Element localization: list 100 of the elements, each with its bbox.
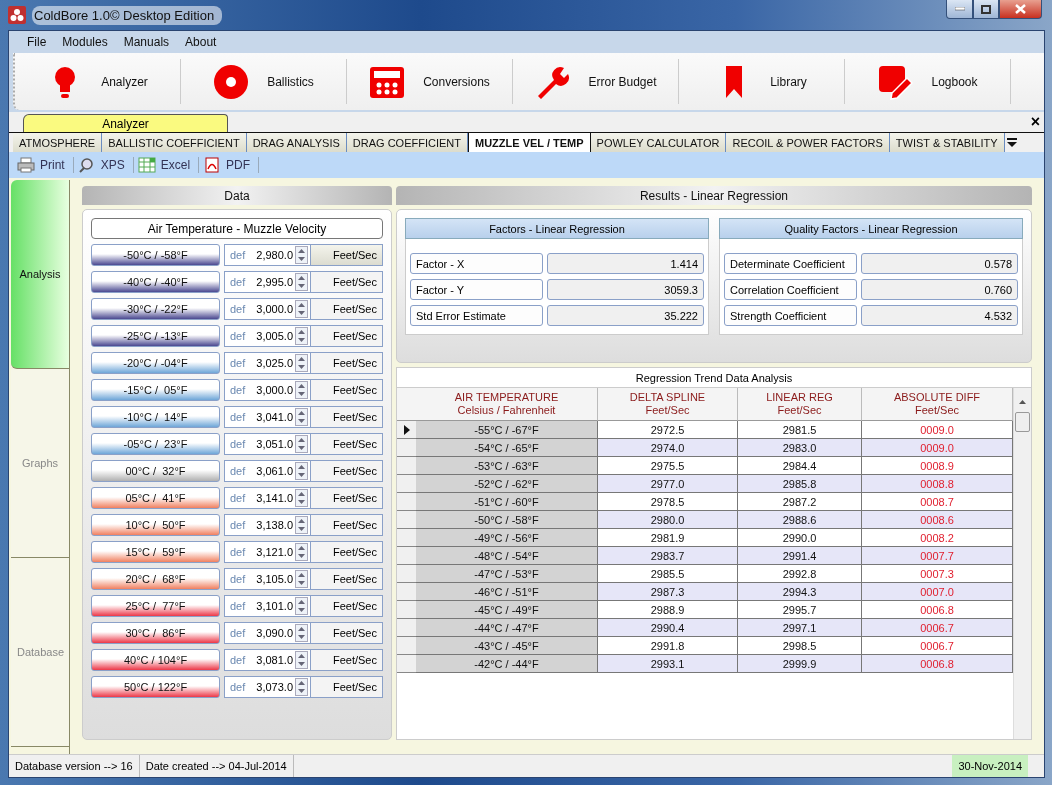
minimize-button[interactable] (946, 0, 973, 19)
velocity-field[interactable]: def 3,141.0 Feet/Sec (224, 487, 383, 509)
temperature-button[interactable]: 30°C / 86°F (91, 622, 220, 644)
spin-arrows-icon[interactable] (295, 435, 308, 453)
spin-arrows-icon[interactable] (295, 597, 308, 615)
temperature-button[interactable]: 05°C / 41°F (91, 487, 220, 509)
column-header[interactable]: ABSOLUTE DIFF Feet/Sec (862, 388, 1013, 421)
spin-arrows-icon[interactable] (295, 678, 308, 696)
module-tab[interactable]: BALLISTIC COEFFICIENT (102, 133, 247, 152)
velocity-field[interactable]: def 3,090.0 Feet/Sec (224, 622, 383, 644)
close-tab-button[interactable]: × (1030, 113, 1040, 131)
close-button[interactable] (999, 0, 1042, 19)
module-button[interactable]: Error Budget (513, 59, 679, 104)
group-header: Factors - Linear Regression (405, 218, 709, 239)
module-tab[interactable]: ATMOSPHERE (13, 133, 103, 152)
velocity-field[interactable]: def 3,041.0 Feet/Sec (224, 406, 383, 428)
table-cell: -47°C / -53°F (416, 565, 598, 583)
spin-arrows-icon[interactable] (295, 327, 308, 345)
module-button[interactable]: Ballistics (181, 59, 347, 104)
module-button[interactable]: Library (679, 59, 845, 104)
module-tab[interactable]: POWLEY CALCULATOR (590, 133, 727, 152)
velocity-field[interactable]: def 2,980.0 Feet/Sec (224, 244, 383, 266)
side-tab[interactable]: Analysis (11, 180, 69, 369)
panel-header: Results - Linear Regression (396, 186, 1032, 205)
column-header[interactable]: AIR TEMPERATURE Celsius / Fahrenheit (416, 388, 598, 421)
menu-item[interactable]: Modules (54, 35, 116, 49)
spin-arrows-icon[interactable] (295, 381, 308, 399)
temperature-button[interactable]: -25°C / -13°F (91, 325, 220, 347)
table-cell: -55°C / -67°F (416, 421, 598, 439)
spin-arrows-icon[interactable] (295, 273, 308, 291)
maximize-button[interactable] (973, 0, 999, 19)
temperature-button[interactable]: -05°C / 23°F (91, 433, 220, 455)
module-tab[interactable]: MUZZLE VEL / TEMP (468, 133, 591, 152)
velocity-field[interactable]: def 3,000.0 Feet/Sec (224, 379, 383, 401)
temperature-button[interactable]: 10°C / 50°F (91, 514, 220, 536)
temperature-button[interactable]: 50°C / 122°F (91, 676, 220, 698)
export-button[interactable]: PDF (199, 157, 260, 173)
export-button[interactable]: Print (13, 157, 74, 173)
table-cell: 2987.3 (598, 583, 738, 601)
scroll-thumb[interactable] (1015, 412, 1030, 432)
menu-item[interactable]: About (177, 35, 225, 49)
velocity-field[interactable]: def 3,051.0 Feet/Sec (224, 433, 383, 455)
temperature-button[interactable]: 25°C / 77°F (91, 595, 220, 617)
module-button[interactable]: Conversions (347, 59, 513, 104)
velocity-field[interactable]: def 3,025.0 Feet/Sec (224, 352, 383, 374)
target-icon (213, 63, 250, 100)
velocity-field[interactable]: def 3,000.0 Feet/Sec (224, 298, 383, 320)
temperature-button[interactable]: 15°C / 59°F (91, 541, 220, 563)
module-tab[interactable]: DRAG ANALYSIS (246, 133, 347, 152)
scrollbar[interactable] (1013, 388, 1031, 739)
field-label: Strength Coefficient (724, 305, 857, 326)
export-button[interactable]: XPS (73, 157, 134, 173)
velocity-field[interactable]: def 3,138.0 Feet/Sec (224, 514, 383, 536)
spin-arrows-icon[interactable] (295, 570, 308, 588)
velocity-field[interactable]: def 3,081.0 Feet/Sec (224, 649, 383, 671)
velocity-field[interactable]: def 3,005.0 Feet/Sec (224, 325, 383, 347)
column-header[interactable]: LINEAR REG Feet/Sec (738, 388, 862, 421)
spin-arrows-icon[interactable] (295, 246, 308, 264)
velocity-field[interactable]: def 3,101.0 Feet/Sec (224, 595, 383, 617)
temperature-button[interactable]: -20°C / -04°F (91, 352, 220, 374)
temperature-button[interactable]: 20°C / 68°F (91, 568, 220, 590)
spin-arrows-icon[interactable] (295, 516, 308, 534)
module-button[interactable]: Logbook (845, 59, 1011, 104)
velocity-field[interactable]: def 3,121.0 Feet/Sec (224, 541, 383, 563)
overflow-icon[interactable] (1006, 138, 1017, 147)
field-label: Factor - Y (410, 279, 543, 300)
temperature-button[interactable]: -15°C / 05°F (91, 379, 220, 401)
velocity-field[interactable]: def 2,995.0 Feet/Sec (224, 271, 383, 293)
module-button[interactable]: Analyzer (15, 59, 181, 104)
spin-arrows-icon[interactable] (295, 543, 308, 561)
module-tab[interactable]: TWIST & STABILITY (889, 133, 1005, 152)
spin-arrows-icon[interactable] (295, 300, 308, 318)
module-tab[interactable]: DRAG COEFFICIENT (346, 133, 468, 152)
row-header[interactable] (397, 421, 416, 439)
temperature-button[interactable]: 00°C / 32°F (91, 460, 220, 482)
velocity-field[interactable]: def 3,061.0 Feet/Sec (224, 460, 383, 482)
document-tab[interactable]: Analyzer (23, 114, 228, 132)
menu-item[interactable]: Manuals (115, 35, 178, 49)
field-label: Std Error Estimate (410, 305, 543, 326)
table-cell: 0006.7 (862, 637, 1013, 655)
spin-arrows-icon[interactable] (295, 408, 308, 426)
status-date: 30-Nov-2014 (952, 755, 1028, 777)
table-cell: 2988.6 (738, 511, 862, 529)
temperature-button[interactable]: -10°C / 14°F (91, 406, 220, 428)
value-field: 35.222 (547, 305, 704, 326)
spin-arrows-icon[interactable] (295, 462, 308, 480)
velocity-field[interactable]: def 3,073.0 Feet/Sec (224, 676, 383, 698)
velocity-field[interactable]: def 3,105.0 Feet/Sec (224, 568, 383, 590)
temperature-button[interactable]: 40°C / 104°F (91, 649, 220, 671)
temperature-button[interactable]: -30°C / -22°F (91, 298, 220, 320)
spin-arrows-icon[interactable] (295, 651, 308, 669)
export-button[interactable]: Excel (133, 157, 200, 173)
temperature-button[interactable]: -50°C / -58°F (91, 244, 220, 266)
spin-arrows-icon[interactable] (295, 354, 308, 372)
column-header[interactable]: DELTA SPLINE Feet/Sec (598, 388, 738, 421)
spin-arrows-icon[interactable] (295, 489, 308, 507)
menu-item[interactable]: File (19, 35, 55, 49)
temperature-button[interactable]: -40°C / -40°F (91, 271, 220, 293)
spin-arrows-icon[interactable] (295, 624, 308, 642)
module-tab[interactable]: RECOIL & POWER FACTORS (726, 133, 890, 152)
